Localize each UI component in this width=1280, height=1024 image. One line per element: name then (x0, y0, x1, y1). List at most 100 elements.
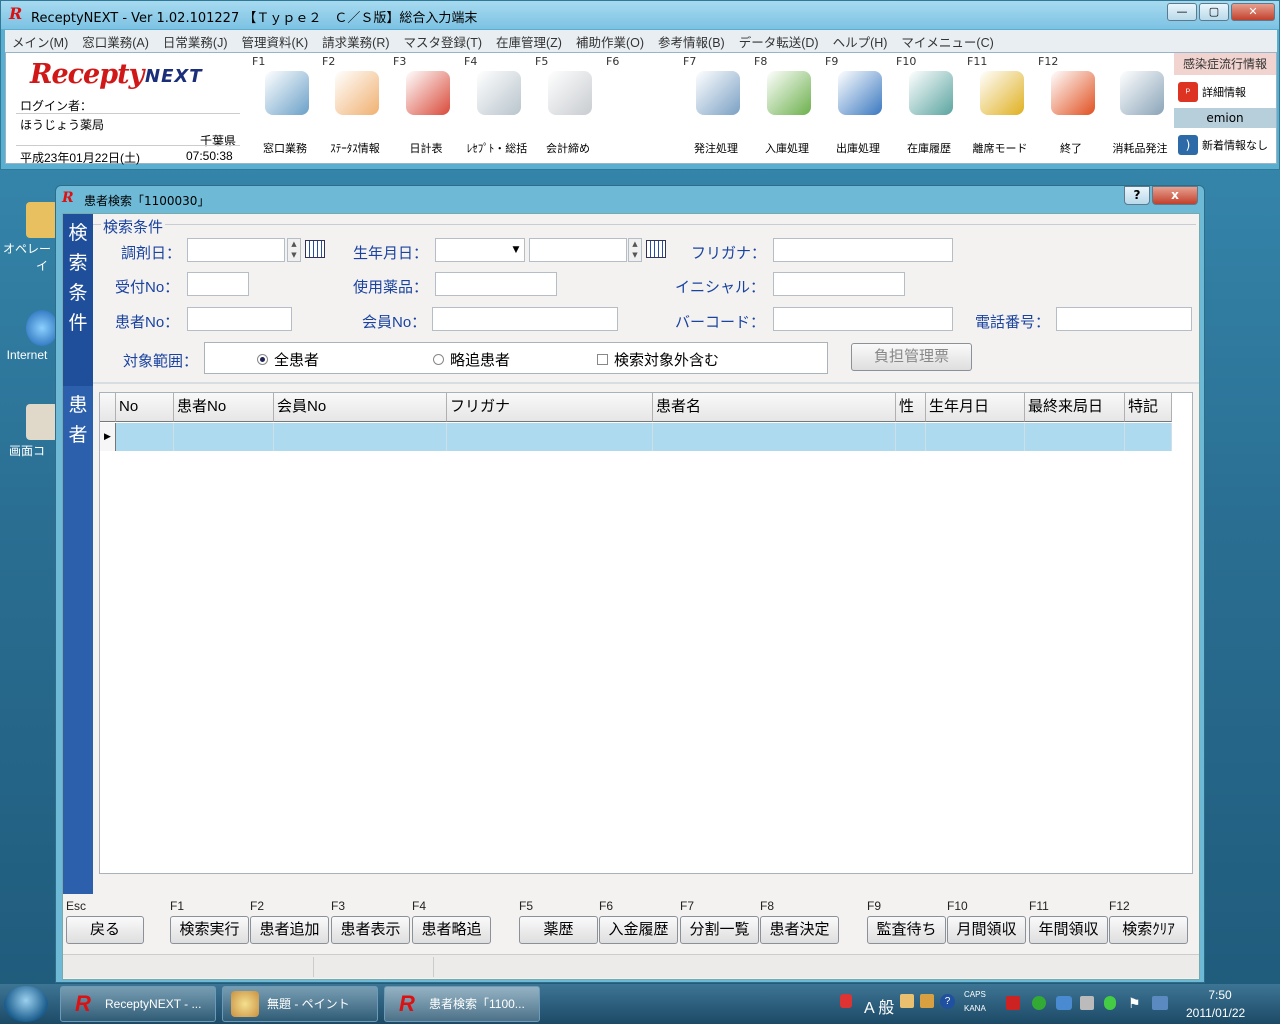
fkey-button-f2[interactable]: 患者追加 (250, 916, 329, 944)
fkey-button-f7[interactable]: 分割一覧 (680, 916, 759, 944)
fkey-button-f9[interactable]: 監査待ち (867, 916, 946, 944)
status-green-icon[interactable] (1032, 996, 1046, 1010)
alert-icon[interactable] (840, 994, 852, 1008)
toolbar-button-f8[interactable]: F8 入庫処理 (752, 53, 822, 163)
menu-item[interactable]: マイメニュー(C) (894, 32, 1000, 51)
main-title-bar[interactable]: R ReceptyNEXT - Ver 1.02.101227 【Ｔｙｐｅ２ Ｃ… (1, 1, 1279, 29)
toolbar-button-f12[interactable]: F12 終了 (1036, 53, 1106, 163)
news-button[interactable]: ) 新着情報なし (1174, 132, 1276, 158)
burden-management-button[interactable]: 負担管理票 (851, 343, 972, 371)
patient-no-input[interactable] (187, 307, 292, 331)
menu-item[interactable]: メイン(M) (5, 32, 75, 51)
column-header[interactable]: 患者名 (653, 393, 896, 422)
menu-item[interactable]: ヘルプ(H) (826, 32, 895, 51)
battery-icon[interactable] (1104, 996, 1116, 1010)
tab-patient[interactable]: 患者 (63, 386, 93, 894)
start-button[interactable] (4, 986, 48, 1022)
phone-input[interactable] (1056, 307, 1192, 331)
menu-item[interactable]: 請求業務(R) (315, 32, 396, 51)
column-header[interactable]: 生年月日 (926, 393, 1025, 422)
fkey-button-f4[interactable]: 患者略追 (412, 916, 491, 944)
help-icon[interactable]: ? (940, 994, 955, 1009)
toolbar-button-f4[interactable]: F4 ﾚｾﾌﾟﾄ・総括 (462, 53, 532, 163)
column-header[interactable]: 患者No (174, 393, 274, 422)
toolbar-button-f2[interactable]: F2 ｽﾃｰﾀｽ情報 (320, 53, 390, 163)
recepty-tray-icon[interactable] (1006, 996, 1020, 1010)
calendar-icon[interactable] (305, 240, 325, 258)
fkey-button-f12[interactable]: 検索ｸﾘｱ (1109, 916, 1188, 944)
menu-item[interactable]: 窓口業務(A) (75, 32, 156, 51)
menu-item[interactable]: 参考情報(B) (651, 32, 732, 51)
birth-date-spinner[interactable]: ▲ ▼ (628, 238, 642, 262)
checkbox-include-excluded[interactable]: 検索対象外含む (597, 349, 719, 370)
toolbar-button-f1[interactable]: F1 窓口業務 (250, 53, 320, 163)
column-header[interactable]: No (116, 393, 174, 422)
dialog-title-bar[interactable]: R 患者検索「1100030」 ? x (56, 186, 1204, 212)
help-button[interactable]: ? (1124, 186, 1150, 205)
ime-tool-icon[interactable] (900, 994, 914, 1008)
fkey-button-f6[interactable]: 入金履歴 (599, 916, 678, 944)
table-cell[interactable] (896, 423, 926, 451)
barcode-input[interactable] (773, 307, 953, 331)
menu-item[interactable]: 補助作業(O) (569, 32, 651, 51)
monitor-icon[interactable] (1152, 996, 1168, 1010)
fkey-button-f3[interactable]: 患者表示 (331, 916, 410, 944)
ime-indicator[interactable]: A 般 (864, 994, 894, 1018)
dialog-close-button[interactable]: x (1152, 186, 1198, 205)
table-cell[interactable] (1125, 423, 1172, 451)
taskbar-receptynext[interactable]: R ReceptyNEXT - ... (60, 986, 216, 1022)
table-cell[interactable] (926, 423, 1025, 451)
fkey-button-f8[interactable]: 患者決定 (760, 916, 839, 944)
birth-date-input[interactable] (529, 238, 627, 262)
menu-item[interactable]: 在庫管理(Z) (489, 32, 569, 51)
desktop-icon-screen[interactable]: 画面コ (0, 404, 58, 459)
column-header[interactable]: フリガナ (447, 393, 653, 422)
device-icon[interactable] (1080, 996, 1094, 1010)
toolbar-button-f10[interactable]: F10 在庫履歴 (894, 53, 964, 163)
detail-info-button[interactable]: ᵖ 詳細情報 (1174, 79, 1276, 105)
radio-all-patients[interactable]: 全患者 (257, 349, 319, 370)
radio-abbrev-patients[interactable]: 略追患者 (433, 349, 510, 370)
drug-input[interactable] (435, 272, 557, 296)
chevron-down-icon[interactable]: ▼ (509, 239, 523, 261)
column-header[interactable]: 会員No (274, 393, 447, 422)
menu-item[interactable]: マスタ登録(T) (397, 32, 489, 51)
column-header[interactable]: 特記 (1125, 393, 1172, 422)
menu-item[interactable]: データ転送(D) (732, 32, 826, 51)
clock-time[interactable]: 7:50 (1200, 988, 1240, 1002)
table-cell[interactable] (174, 423, 274, 451)
clock-date[interactable]: 2011/01/22 (1186, 1006, 1245, 1020)
toolbar-button-extra[interactable]: 消耗品発注 (1105, 53, 1175, 163)
minimize-button[interactable]: — (1167, 3, 1197, 21)
table-cell[interactable] (447, 423, 653, 451)
initial-input[interactable] (773, 272, 905, 296)
close-button[interactable]: ✕ (1231, 3, 1275, 21)
taskbar-patient-search[interactable]: R 患者検索「1100... (384, 986, 540, 1022)
toolbar-button-f11[interactable]: F11 離席モード (965, 53, 1035, 163)
table-cell[interactable] (1025, 423, 1125, 451)
fkey-button-f10[interactable]: 月間領収 (947, 916, 1026, 944)
toolbar-button-f3[interactable]: F3 日計表 (391, 53, 461, 163)
dispense-date-input[interactable] (187, 238, 285, 262)
furigana-input[interactable] (773, 238, 953, 262)
table-cell[interactable] (653, 423, 896, 451)
ime-dict-icon[interactable] (920, 994, 934, 1008)
network-icon[interactable] (1056, 996, 1072, 1010)
tab-search-conditions[interactable]: 検索条件 (63, 214, 93, 386)
fkey-button-f5[interactable]: 薬歴 (519, 916, 598, 944)
toolbar-button-f5[interactable]: F5 会計締め (533, 53, 603, 163)
member-no-input[interactable] (432, 307, 618, 331)
fkey-button-f11[interactable]: 年間領収 (1029, 916, 1108, 944)
receipt-no-input[interactable] (187, 272, 249, 296)
calendar-icon[interactable] (646, 240, 666, 258)
row-selector-icon[interactable]: ▶ (100, 423, 116, 451)
maximize-button[interactable]: ▢ (1199, 3, 1229, 21)
desktop-icon-operation[interactable]: オペレー イ (0, 202, 58, 274)
column-header[interactable]: 最終来局日 (1025, 393, 1125, 422)
menu-item[interactable]: 管理資料(K) (235, 32, 316, 51)
table-cell[interactable] (274, 423, 447, 451)
table-cell[interactable] (116, 423, 174, 451)
toolbar-button-f7[interactable]: F7 発注処理 (681, 53, 751, 163)
fkey-button-esc[interactable]: 戻る (66, 916, 144, 944)
fkey-button-f1[interactable]: 検索実行 (170, 916, 249, 944)
